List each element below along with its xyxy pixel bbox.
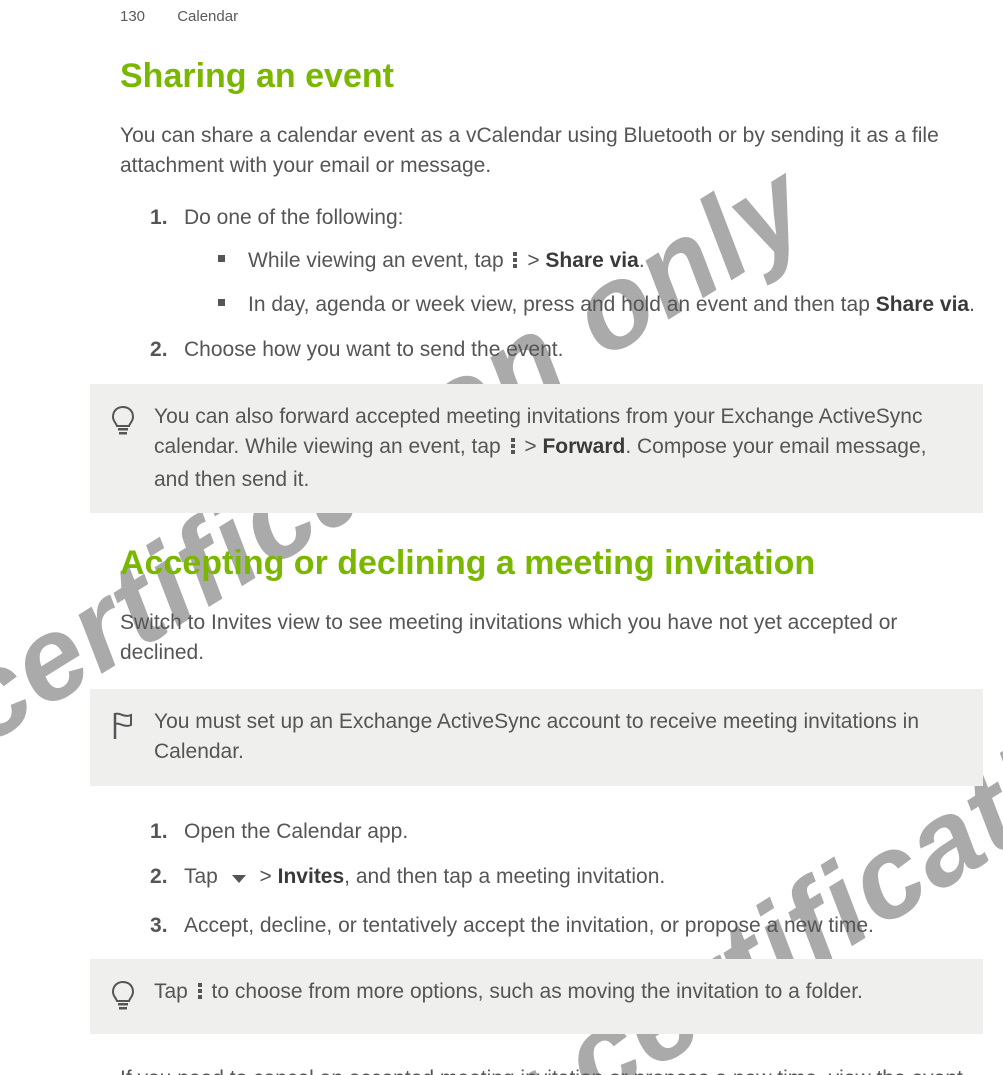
dropdown-icon: [228, 864, 250, 896]
flag-callout: You must set up an Exchange ActiveSync a…: [90, 689, 983, 786]
bullet-list: While viewing an event, tap > Share via.…: [184, 245, 983, 320]
section-intro: Switch to Invites view to see meeting in…: [120, 608, 983, 669]
section-intro: You can share a calendar event as a vCal…: [120, 121, 983, 182]
tip-icon: [110, 402, 136, 441]
flag-icon: [110, 707, 136, 746]
footer-paragraph: If you need to cancel an accepted meetin…: [120, 1064, 983, 1075]
tip-text: Tap to choose from more options, such as…: [154, 977, 961, 1009]
overflow-menu-icon: [512, 247, 518, 279]
step-item: Do one of the following: While viewing a…: [150, 202, 983, 321]
step-item: Choose how you want to send the event.: [150, 334, 983, 366]
step-item: Tap > Invites, and then tap a meeting in…: [150, 861, 983, 896]
tip-callout: You can also forward accepted meeting in…: [90, 384, 983, 513]
ordered-steps: Do one of the following: While viewing a…: [120, 202, 983, 366]
section-title: Sharing an event: [120, 0, 983, 97]
step-item: Open the Calendar app.: [150, 816, 983, 848]
overflow-menu-icon: [510, 434, 516, 464]
overflow-menu-icon: [197, 979, 203, 1009]
tip-icon: [110, 977, 136, 1016]
step-item: Accept, decline, or tentatively accept t…: [150, 910, 983, 942]
flag-text: You must set up an Exchange ActiveSync a…: [154, 707, 961, 768]
section-title: Accepting or declining a meeting invitat…: [120, 543, 983, 584]
tip-callout: Tap to choose from more options, such as…: [90, 959, 983, 1034]
tip-text: You can also forward accepted meeting in…: [154, 402, 961, 495]
ordered-steps: Open the Calendar app. Tap > Invites, an…: [120, 816, 983, 942]
bullet-item: In day, agenda or week view, press and h…: [218, 289, 983, 321]
bullet-item: While viewing an event, tap > Share via.: [218, 245, 983, 279]
